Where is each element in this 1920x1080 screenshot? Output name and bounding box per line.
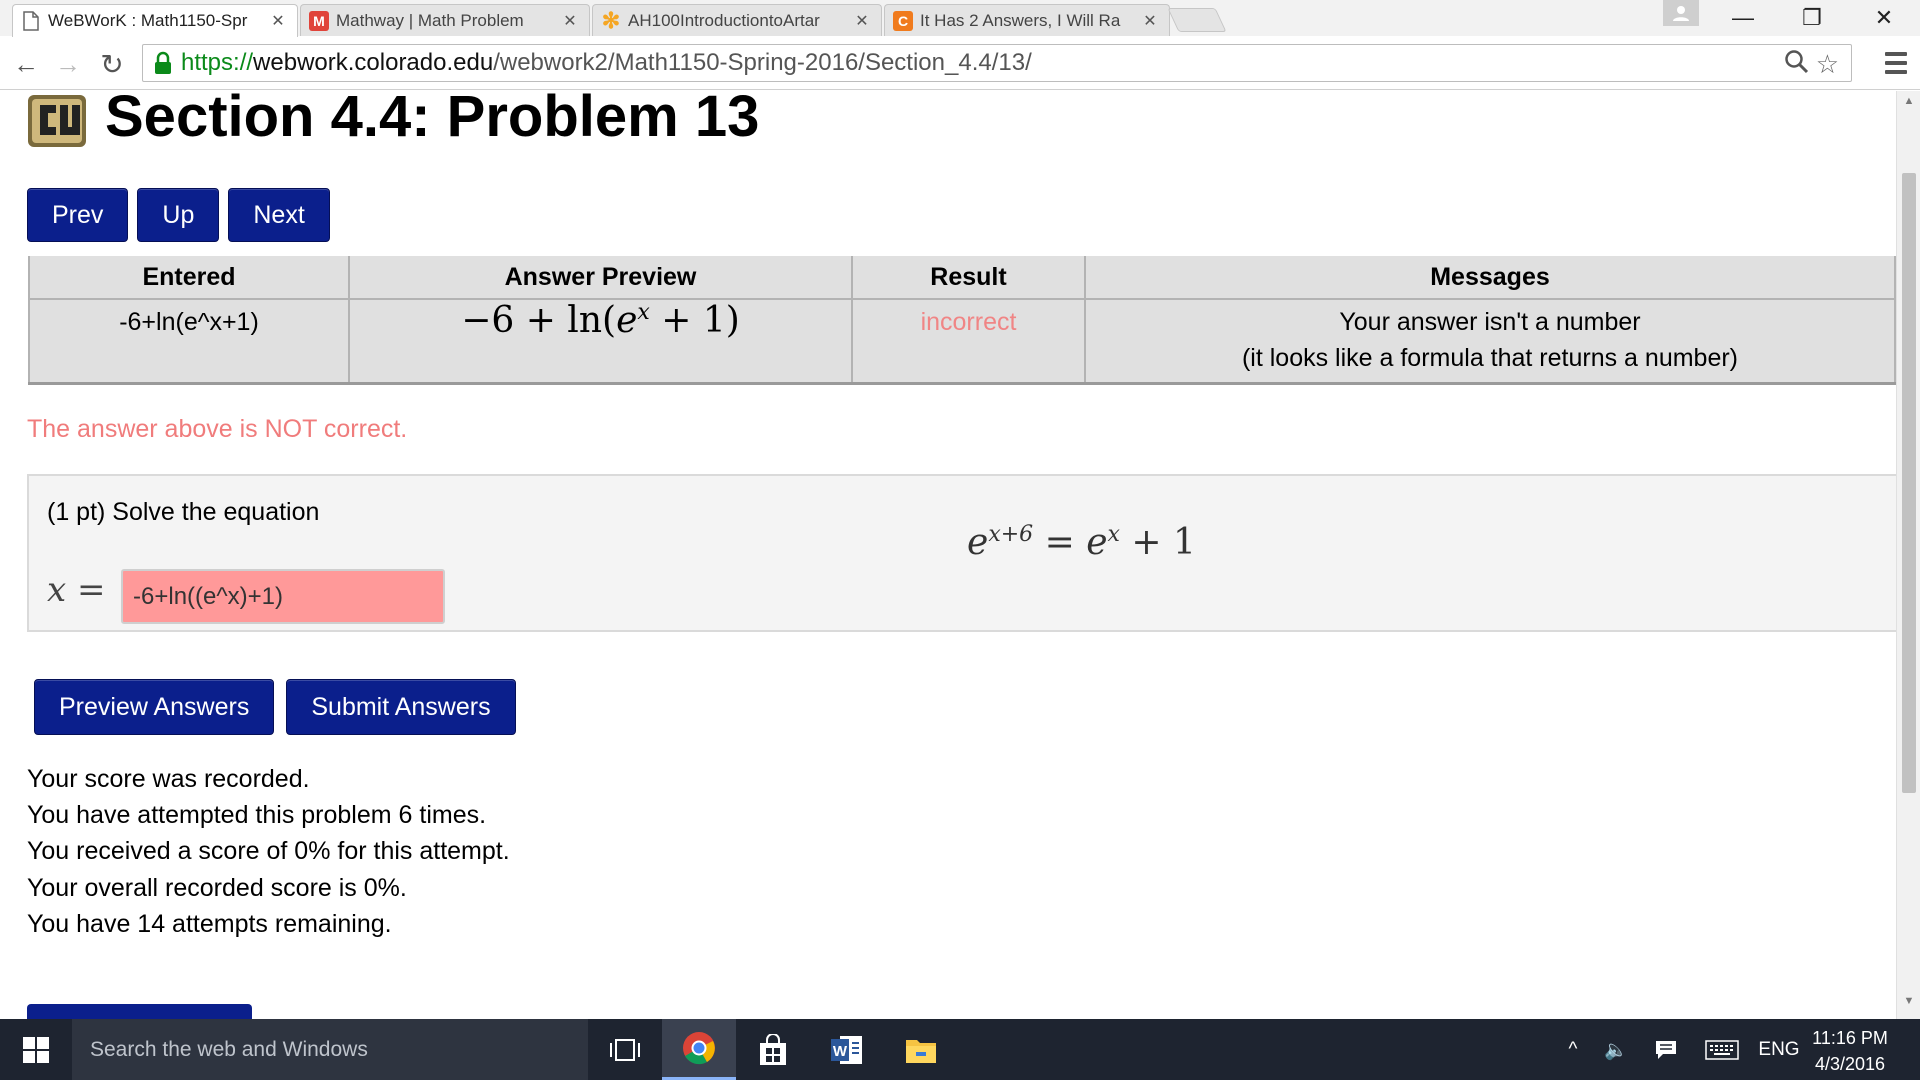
clock-time: 11:16 PM <box>1812 1028 1888 1048</box>
entered-cell: -6+ln(e^x+1) <box>28 298 350 385</box>
minimize-icon[interactable]: — <box>1715 0 1771 36</box>
show-hidden-icons-icon[interactable]: ^ <box>1555 1019 1591 1080</box>
store-icon[interactable] <box>736 1019 810 1080</box>
message-line: (it looks like a formula that returns a … <box>1241 344 1739 372</box>
score-line: Your score was recorded. <box>27 765 310 793</box>
problem-box: (1 pt) Solve the equation ex+6 = ex + 1 … <box>27 474 1896 632</box>
bookmark-star-icon[interactable]: ☆ <box>1816 49 1839 82</box>
keyboard-icon[interactable] <box>1700 1019 1744 1080</box>
table-row: -6+ln(e^x+1) −6 + ln(ex + 1) incorrect Y… <box>28 298 1896 385</box>
page-content: Section 4.4: Problem 13 Prev Up Next Ent… <box>0 91 1896 1019</box>
task-view-icon[interactable] <box>588 1019 662 1080</box>
lock-icon <box>153 51 173 75</box>
score-line: You have attempted this problem 6 times. <box>27 801 487 830</box>
tab-webwork[interactable]: WeBWorK : Math1150-Spr ✕ <box>12 4 298 37</box>
message-line: Your answer isn't a number <box>1339 308 1641 336</box>
problem-statement: (1 pt) Solve the equation <box>47 498 320 526</box>
close-tab-icon[interactable]: ✕ <box>561 11 579 31</box>
forward-arrow-icon[interactable]: → <box>52 48 84 80</box>
svg-text:W: W <box>833 1043 848 1060</box>
header-entered: Entered <box>28 256 350 300</box>
score-line: You have 14 attempts remaining. <box>27 909 392 938</box>
url-path: /webwork2/Math1150-Spring-2016/Section_4… <box>493 49 1032 76</box>
scrollbar-thumb[interactable] <box>1902 173 1916 793</box>
answer-variable-label: x = <box>47 570 106 610</box>
action-center-icon[interactable] <box>1646 1019 1686 1080</box>
scroll-down-arrow-icon[interactable]: ▼ <box>1897 995 1920 1015</box>
close-window-icon[interactable]: ✕ <box>1856 0 1912 36</box>
answer-actions: Preview Answers Submit Answers <box>34 679 516 735</box>
header-messages: Messages <box>1084 256 1896 300</box>
chegg-icon: C <box>893 10 913 31</box>
back-arrow-icon[interactable]: ← <box>10 48 42 80</box>
up-button[interactable]: Up <box>137 188 220 242</box>
new-tab-button[interactable] <box>1167 8 1227 32</box>
taskbar-search-box[interactable]: Search the web and Windows <box>72 1019 588 1080</box>
score-line: Your overall recorded score is 0%. <box>27 873 407 902</box>
tab-chegg[interactable]: C It Has 2 Answers, I Will Ra ✕ <box>884 4 1170 36</box>
reload-icon[interactable]: ↻ <box>96 48 128 80</box>
taskbar-clock[interactable]: 11:16 PM 4/3/2016 <box>1790 1025 1910 1077</box>
scroll-up-arrow-icon[interactable]: ▲ <box>1897 95 1920 115</box>
close-tab-icon[interactable]: ✕ <box>269 11 287 31</box>
windows-taskbar: Search the web and Windows W ^ 🔈 ENG 11:… <box>0 1019 1920 1080</box>
answer-preview-cell: −6 + ln(ex + 1) <box>348 298 853 385</box>
address-bar[interactable]: https://webwork.colorado.edu/webwork2/Ma… <box>142 44 1852 82</box>
header-answer-preview: Answer Preview <box>348 256 853 300</box>
mathway-icon: M <box>309 10 329 31</box>
score-summary: Your score was recorded. You have attemp… <box>27 761 510 942</box>
tab-title: AH100IntroductiontoArtar <box>628 10 820 30</box>
windows-start-icon[interactable] <box>0 1019 72 1080</box>
prev-button[interactable]: Prev <box>27 188 129 242</box>
url-host: webwork.colorado.edu <box>253 49 494 76</box>
tab-title: WeBWorK : Math1150-Spr <box>48 11 248 30</box>
search-icon[interactable] <box>1784 49 1810 82</box>
answer-preview-math: −6 + ln(ex + 1) <box>461 300 740 341</box>
partially-visible-button[interactable] <box>27 1004 252 1019</box>
chrome-icon[interactable] <box>662 1019 736 1080</box>
answer-input[interactable] <box>121 569 445 624</box>
url-protocol: https:// <box>181 49 254 76</box>
preview-answers-button[interactable]: Preview Answers <box>34 679 275 735</box>
cu-logo <box>26 91 90 149</box>
page-title: Section 4.4: Problem 13 <box>105 91 760 149</box>
file-explorer-icon[interactable] <box>884 1019 958 1080</box>
submit-answers-button[interactable]: Submit Answers <box>286 679 516 735</box>
volume-icon[interactable]: 🔈 <box>1596 1019 1636 1080</box>
flower-icon: ✻ <box>601 7 621 33</box>
next-button[interactable]: Next <box>228 188 330 242</box>
results-table: Entered Answer Preview Result Messages -… <box>28 256 1896 385</box>
result-cell: incorrect <box>851 298 1086 385</box>
tab-title: Mathway | Math Problem <box>336 10 524 30</box>
close-tab-icon[interactable]: ✕ <box>853 11 871 31</box>
clock-date: 4/3/2016 <box>1814 1054 1886 1074</box>
restore-icon[interactable]: ❐ <box>1784 0 1840 36</box>
page-icon <box>21 11 41 31</box>
word-icon[interactable]: W <box>810 1019 884 1080</box>
browser-tab-strip: WeBWorK : Math1150-Spr ✕ M Mathway | Mat… <box>0 0 1920 37</box>
verdict-message: The answer above is NOT correct. <box>27 415 408 443</box>
tab-title: It Has 2 Answers, I Will Ra <box>920 10 1121 30</box>
problem-nav: Prev Up Next <box>27 188 330 242</box>
score-line: You received a score of 0% for this atte… <box>27 837 510 866</box>
tab-mathway[interactable]: M Mathway | Math Problem ✕ <box>300 4 590 36</box>
problem-equation: ex+6 = ex + 1 <box>967 522 1196 563</box>
header-result: Result <box>851 256 1086 300</box>
profile-icon[interactable] <box>1663 0 1699 26</box>
browser-menu-icon[interactable] <box>1880 46 1912 80</box>
messages-cell: Your answer isn't a number (it looks lik… <box>1084 298 1896 385</box>
tab-art[interactable]: ✻ AH100IntroductiontoArtar ✕ <box>592 4 882 36</box>
close-tab-icon[interactable]: ✕ <box>1141 11 1159 31</box>
browser-toolbar: ← → ↻ https://webwork.colorado.edu/webwo… <box>0 36 1920 90</box>
vertical-scrollbar[interactable]: ▲ ▼ <box>1896 91 1920 1019</box>
